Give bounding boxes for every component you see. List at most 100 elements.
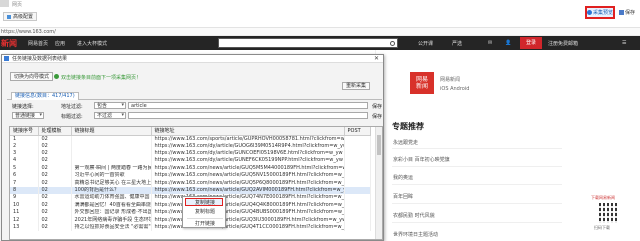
nav-item-yanxuan[interactable]: 严选 — [452, 40, 462, 47]
reselect-button[interactable]: 重新采集 — [342, 82, 371, 90]
table-scrollbar[interactable] — [375, 127, 382, 239]
cell-index: 6 — [10, 172, 39, 180]
logo-line-2: 新闻 — [415, 83, 428, 90]
topic-item[interactable]: 永远跟党走 — [393, 139, 418, 146]
cell-title: 持之以恒抓好食品安全法 "必需需" — [71, 223, 152, 232]
preview-icon — [587, 10, 592, 15]
cell-url: https://www.163.com/news/article/GUQ3IU3… — [151, 216, 345, 224]
cell-post — [344, 201, 371, 210]
table-row[interactable]: 1 02 https://www.163.com/sports/article/GU… — [10, 135, 371, 143]
mail-icon[interactable]: ✉ — [488, 40, 492, 46]
title-filter-mode-select[interactable]: 不过滤 — [94, 112, 126, 119]
cell-index: 5 — [10, 164, 39, 173]
cell-title: 第一观察·瞬间 | 两度踏春 一路为民 — [71, 164, 152, 173]
nav-item-mode[interactable]: 进入大杯模式 — [77, 40, 107, 47]
divider — [392, 203, 562, 204]
cell-url: https://www.163.com/news/article/GUQ74N7… — [151, 194, 345, 202]
cell-template: 02 — [38, 209, 72, 217]
topic-item[interactable]: 京彩小目 百年初心映党旗 — [393, 156, 450, 163]
cell-template: 02 — [38, 142, 72, 150]
menu-item-copy-title[interactable]: 复制标题 — [195, 208, 215, 215]
cell-url: https://www.163.com/sports/article/GUPRH… — [151, 135, 345, 143]
login-button[interactable]: 登录 — [520, 37, 542, 49]
col-header-title[interactable]: 链接标题 — [71, 127, 152, 136]
col-header-url[interactable]: 链接地址 — [151, 127, 345, 136]
config-icon — [7, 14, 11, 19]
cell-template: 02 — [38, 149, 72, 158]
divider — [392, 184, 562, 185]
dialog-tabs: 链接信息(数目：417/417) — [7, 91, 382, 100]
col-header-post[interactable]: POST — [344, 127, 371, 136]
search-icon[interactable] — [390, 41, 395, 46]
nav-item-open-course[interactable]: 公开课 — [418, 40, 433, 47]
close-icon[interactable]: ✕ — [374, 55, 379, 63]
addr-filter-label: 地址过滤: — [61, 104, 83, 110]
addr-filter-mode-select[interactable]: 包含 — [94, 102, 126, 109]
cell-title: 满满都是回忆！40首看看全曲串烧 — [71, 201, 152, 210]
cell-template: 02 — [38, 164, 72, 173]
dialog-title: 任务链接及数据列表结果 — [12, 56, 68, 62]
cell-title: 习近平心间的一首赞歌 — [71, 172, 152, 180]
col-header-index[interactable]: 链接序号 — [10, 127, 39, 136]
table-row[interactable]: 8 02 100的背后是什么？ https://www.163.com/news/ar… — [10, 186, 371, 195]
topic-item[interactable]: 我的奥运 — [393, 174, 413, 181]
topic-item[interactable]: 农都民勤 时代风貌 — [393, 212, 435, 219]
info-icon — [54, 74, 59, 79]
cell-post — [344, 179, 371, 187]
table-row[interactable]: 2 02 https://www.163.com/dy/article/GUOG6I… — [10, 142, 371, 150]
cell-template: 02 — [38, 157, 72, 165]
table-row[interactable]: 5 02 第一观察·瞬间 | 两度踏春 一路为民 https://www.163.co… — [10, 164, 371, 173]
netease-news-logo: 网易 新闻 — [410, 72, 434, 94]
menu-icon[interactable]: ☰ — [622, 40, 626, 46]
addr-filter-input[interactable]: article — [128, 102, 368, 109]
register-mail-link[interactable]: 注册免费邮箱 — [548, 40, 578, 47]
cell-template: 02 — [38, 172, 72, 180]
qr-code-image — [599, 203, 619, 223]
topic-item[interactable]: 百年回眸 — [393, 193, 413, 200]
site-search-input[interactable] — [218, 38, 398, 48]
title-filter-label: 标题过滤: — [61, 114, 83, 120]
col-header-template[interactable]: 处理模板 — [38, 127, 72, 136]
title-filter-save-button[interactable]: 保存 — [372, 113, 382, 120]
cell-post — [344, 149, 371, 158]
cell-title — [71, 149, 152, 158]
cell-url: https://www.163.com/news/article/GUQ4BUB… — [151, 209, 345, 217]
collect-preview-button[interactable]: 采集预览 — [585, 6, 615, 19]
user-icon[interactable]: 👤 — [505, 40, 511, 46]
cell-index: 4 — [10, 157, 39, 165]
topic-section-title: 专题推荐 — [392, 122, 424, 131]
cell-title — [71, 135, 152, 143]
cell-post — [344, 216, 371, 224]
scrollbar-thumb[interactable] — [377, 135, 381, 155]
menu-item-open-link[interactable]: 打开链接 — [195, 220, 215, 227]
switch-wizard-button[interactable]: 切换为向导模式 — [10, 72, 54, 81]
advanced-config-label: 高级配置 — [13, 14, 34, 20]
table-row[interactable]: 6 02 习近平心间的一首赞歌 https://www.163.com/news/ar… — [10, 172, 371, 180]
cell-title: 高精总书记足够关心 在三星大地上逆春 — [71, 179, 152, 187]
nav-item-apps[interactable]: 应用 — [55, 40, 65, 47]
cell-title: 100的背后是什么？ — [71, 186, 152, 195]
cell-index: 8 — [10, 186, 39, 195]
save-button[interactable]: 保存 — [619, 9, 635, 16]
save-icon — [619, 10, 624, 15]
dialog-titlebar[interactable]: 任务链接及数据列表结果 ✕ — [2, 55, 383, 63]
table-row[interactable]: 702高精总书记足够关心 在三星大地上逆春https://www.163.com… — [10, 179, 371, 187]
table-row[interactable]: 4 02 https://www.163.com/dy/article/GUNEF6… — [10, 157, 371, 165]
collect-preview-label: 采集预览 — [593, 10, 614, 16]
cell-url: https://www.163.com/news/article/GUQ5M5M… — [151, 164, 345, 173]
advanced-config-button[interactable]: 高级配置 — [3, 12, 38, 21]
app-platforms[interactable]: iOS Android — [440, 86, 469, 92]
nav-brand[interactable]: 新闻 — [1, 38, 17, 49]
tab-link-info[interactable]: 链接信息(数目：417/417) — [11, 92, 79, 100]
addr-filter-save-button[interactable]: 保存 — [372, 103, 382, 110]
nav-item-home[interactable]: 网易首页 — [28, 40, 48, 47]
save-label: 保存 — [625, 10, 636, 16]
cell-url: https://www.163.com/news/article/GUQ4T1C… — [151, 223, 345, 232]
title-filter-input[interactable] — [128, 112, 368, 119]
menu-item-copy-link[interactable]: 复制链接 — [195, 199, 215, 206]
table-row[interactable]: 3 02 https://www.163.com/dy/article/GUNCOE… — [10, 149, 371, 158]
link-select-dropdown[interactable]: 普通链接 — [12, 112, 44, 119]
cell-url: https://www.163.com/news/article/GUQ5P6Q… — [151, 179, 345, 187]
cell-template: 02 — [38, 186, 72, 195]
topic-item[interactable]: 世界环境日主题活动 — [393, 231, 438, 238]
